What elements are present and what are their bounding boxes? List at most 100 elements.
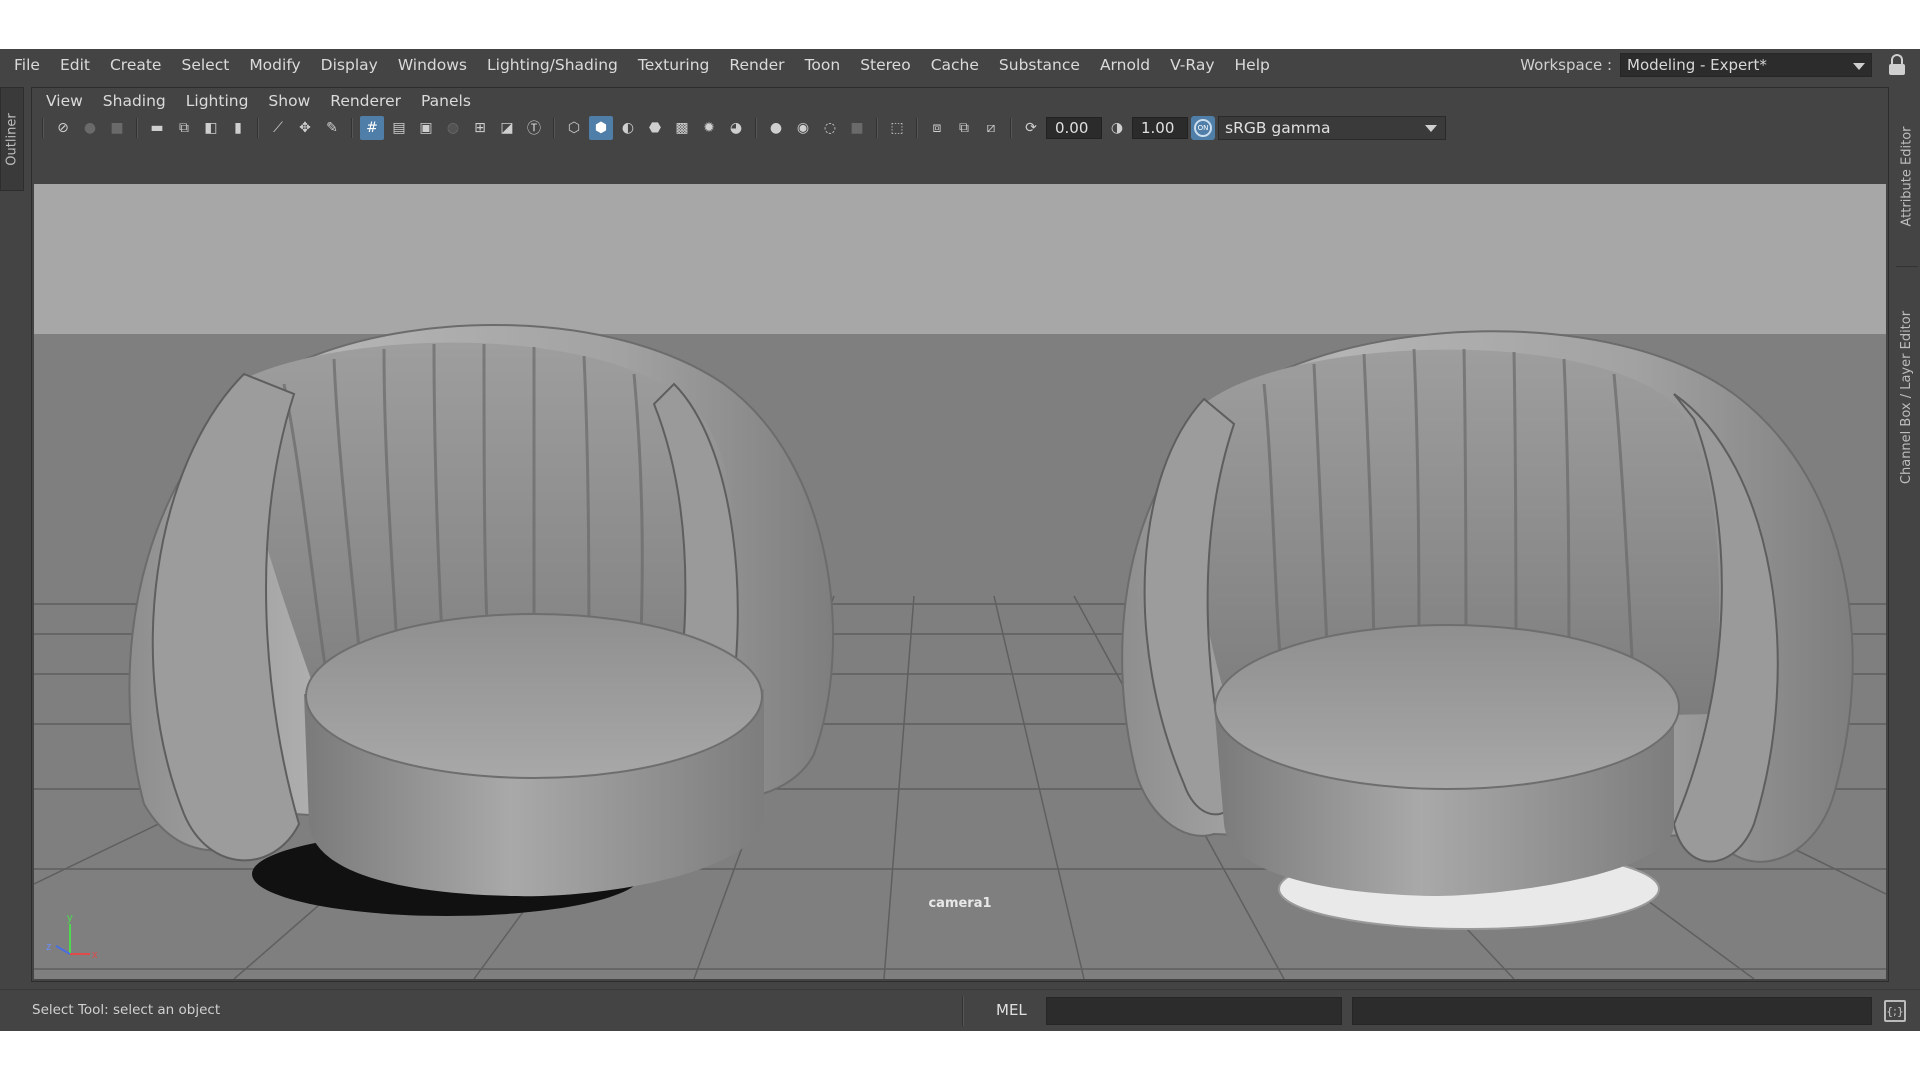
bookmark-icon[interactable]: ▮ xyxy=(226,116,250,140)
gamma-field[interactable]: 1.00 xyxy=(1132,117,1188,139)
default-material-icon[interactable]: ◐ xyxy=(616,116,640,140)
mel-result-field xyxy=(1352,997,1872,1025)
gamma-icon[interactable]: ◑ xyxy=(1105,116,1129,140)
panel-menu-panels[interactable]: Panels xyxy=(411,88,481,114)
menu-substance[interactable]: Substance xyxy=(989,49,1090,81)
right-armchair xyxy=(1121,330,1854,930)
toolbar-separator xyxy=(257,118,259,138)
left-chair-seat-cushion xyxy=(305,613,763,779)
menu-help[interactable]: Help xyxy=(1225,49,1280,81)
menu-texturing[interactable]: Texturing xyxy=(628,49,720,81)
camera-name-label: camera1 xyxy=(928,896,992,911)
script-editor-icon[interactable]: {;} xyxy=(1884,1000,1906,1022)
menu-toon[interactable]: Toon xyxy=(795,49,851,81)
on-badge: ON xyxy=(1194,119,1212,137)
menu-arnold[interactable]: Arnold xyxy=(1090,49,1160,81)
smooth-shade-icon[interactable]: ⬢ xyxy=(589,116,613,140)
menu-vray[interactable]: V-Ray xyxy=(1160,49,1224,81)
toolbar-separator xyxy=(916,118,918,138)
select-camera-icon[interactable]: ⊘ xyxy=(51,116,75,140)
menu-cache[interactable]: Cache xyxy=(921,49,989,81)
bookmark-camera-icon[interactable]: ■ xyxy=(105,116,129,140)
outliner-tab[interactable]: Outliner xyxy=(0,87,24,191)
workspace-label: Workspace : xyxy=(1520,56,1612,74)
status-message: Select Tool: select an object xyxy=(32,1002,221,1018)
wireframe-on-shaded-icon[interactable]: ⬣ xyxy=(643,116,667,140)
menu-select[interactable]: Select xyxy=(171,49,239,81)
attribute-editor-tab[interactable]: Attribute Editor xyxy=(1896,87,1918,267)
menu-file[interactable]: File xyxy=(4,49,50,81)
toolbar-separator xyxy=(755,118,757,138)
film-gate-icon[interactable]: ▤ xyxy=(387,116,411,140)
toolbar-separator xyxy=(553,118,555,138)
panel-menu-bar: View Shading Lighting Show Renderer Pane… xyxy=(32,88,1888,114)
panel-menu-lighting[interactable]: Lighting xyxy=(176,88,259,114)
menu-render[interactable]: Render xyxy=(719,49,794,81)
xray-joints-icon[interactable]: ⧄ xyxy=(979,116,1003,140)
xray-active-components-icon[interactable]: ⧉ xyxy=(952,116,976,140)
menu-display[interactable]: Display xyxy=(311,49,388,81)
menu-edit[interactable]: Edit xyxy=(50,49,100,81)
panel-menu-view[interactable]: View xyxy=(36,88,93,114)
toolbar-separator xyxy=(1010,118,1012,138)
channel-box-tab-label: Channel Box / Layer Editor xyxy=(1899,310,1915,484)
resolution-gate-icon[interactable]: ▣ xyxy=(414,116,438,140)
right-chair-seat-cushion xyxy=(1214,624,1680,790)
isolate-select-icon[interactable]: ⬚ xyxy=(885,116,909,140)
workspace-value: Modeling - Expert* xyxy=(1627,56,1767,74)
panel-menu-shading[interactable]: Shading xyxy=(93,88,176,114)
lock-icon[interactable] xyxy=(1888,54,1906,76)
axis-label-y: y xyxy=(67,912,73,924)
screen-space-ao-icon[interactable]: ● xyxy=(764,116,788,140)
channel-box-tab[interactable]: Channel Box / Layer Editor xyxy=(1896,277,1918,517)
xray-icon[interactable]: ⧈ xyxy=(925,116,949,140)
camera-icon[interactable]: ▬ xyxy=(145,116,169,140)
left-armchair xyxy=(128,323,834,916)
viewport-scene: y z x xyxy=(34,184,1886,979)
pan-icon[interactable]: ✥ xyxy=(293,116,317,140)
panel-menu-renderer[interactable]: Renderer xyxy=(320,88,411,114)
menu-stereo[interactable]: Stereo xyxy=(850,49,921,81)
toolbar-separator xyxy=(351,118,353,138)
toolbar-separator xyxy=(136,118,138,138)
view-transform-dropdown[interactable]: sRGB gamma xyxy=(1218,116,1446,140)
menu-lighting-shading[interactable]: Lighting/Shading xyxy=(477,49,628,81)
textured-icon[interactable]: ▩ xyxy=(670,116,694,140)
depth-of-field-icon[interactable]: ■ xyxy=(845,116,869,140)
view-transform-value: sRGB gamma xyxy=(1225,119,1331,137)
panel-menu-show[interactable]: Show xyxy=(258,88,320,114)
main-menu-bar: File Edit Create Select Modify Display W… xyxy=(0,49,1920,81)
use-all-lights-icon[interactable]: ✹ xyxy=(697,116,721,140)
wireframe-icon[interactable]: ⬡ xyxy=(562,116,586,140)
shadows-icon[interactable]: ◕ xyxy=(724,116,748,140)
view-camera-icon[interactable]: ◧ xyxy=(199,116,223,140)
multisample-aa-icon[interactable]: ◌ xyxy=(818,116,842,140)
workspace-selector: Workspace : Modeling - Expert* xyxy=(1520,53,1906,77)
status-bar: Select Tool: select an object MEL {;} xyxy=(0,989,1920,1031)
menu-modify[interactable]: Modify xyxy=(239,49,310,81)
grease-pencil-icon[interactable]: ✎ xyxy=(320,116,344,140)
mel-command-input[interactable] xyxy=(1046,997,1342,1025)
attribute-editor-tab-label: Attribute Editor xyxy=(1899,126,1915,227)
dropdown-arrow-icon xyxy=(1425,125,1437,132)
grid-icon[interactable]: # xyxy=(360,116,384,140)
safe-title-icon[interactable]: Ⓣ xyxy=(522,116,546,140)
menu-windows[interactable]: Windows xyxy=(388,49,477,81)
color-management-toggle[interactable]: ON xyxy=(1191,116,1215,140)
dropdown-arrow-icon xyxy=(1853,63,1865,70)
toolbar-separator xyxy=(42,118,44,138)
camera-attributes-icon[interactable]: ● xyxy=(78,116,102,140)
motion-blur-icon[interactable]: ◉ xyxy=(791,116,815,140)
menu-create[interactable]: Create xyxy=(100,49,172,81)
3d-viewport[interactable]: y z x xyxy=(34,184,1886,979)
image-plane-icon[interactable]: ⧉ xyxy=(172,116,196,140)
right-side-tabs: Attribute Editor Channel Box / Layer Edi… xyxy=(1894,87,1920,987)
2d-pan-zoom-icon[interactable]: ⟋ xyxy=(266,116,290,140)
gate-mask-icon[interactable]: ◍ xyxy=(441,116,465,140)
field-chart-icon[interactable]: ⊞ xyxy=(468,116,492,140)
workspace-dropdown[interactable]: Modeling - Expert* xyxy=(1620,53,1872,77)
exposure-icon[interactable]: ⟳ xyxy=(1019,116,1043,140)
mel-toggle-button[interactable]: MEL xyxy=(996,1001,1027,1019)
exposure-field[interactable]: 0.00 xyxy=(1046,117,1102,139)
safe-action-icon[interactable]: ◪ xyxy=(495,116,519,140)
